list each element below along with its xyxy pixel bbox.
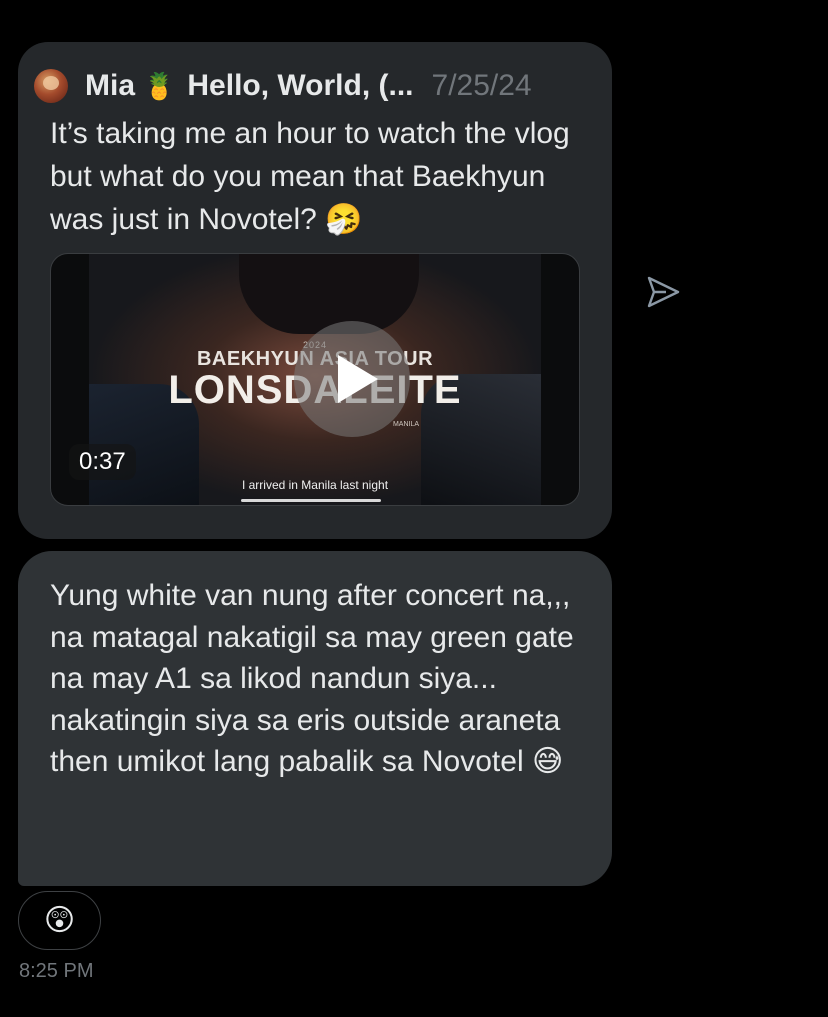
video-frame: 2024 BAEKHYUN ASIA TOUR LONSDALEITE MANI… bbox=[89, 254, 541, 505]
reaction-pill[interactable]: 😲 bbox=[18, 891, 101, 950]
pineapple-emoji: 🍍 bbox=[143, 71, 176, 101]
author-name: Mia bbox=[85, 69, 136, 102]
send-icon[interactable] bbox=[645, 274, 681, 310]
astonished-emoji: 😲 bbox=[43, 904, 76, 937]
quoted-post-text: It’s taking me an hour to watch the vlog… bbox=[50, 117, 570, 236]
video-subtitle: I arrived in Manila last night bbox=[241, 478, 389, 492]
author-display-title: Hello, World, (... bbox=[187, 69, 414, 102]
avatar[interactable] bbox=[34, 69, 68, 103]
play-button[interactable] bbox=[294, 321, 410, 437]
video-progress-bar bbox=[241, 499, 381, 502]
video-duration-badge: 0:37 bbox=[69, 444, 136, 480]
play-icon bbox=[338, 355, 378, 403]
message-timestamp: 8:25 PM bbox=[19, 960, 94, 982]
quoted-post-date: 7/25/24 bbox=[431, 69, 532, 102]
video-scene-hair bbox=[239, 254, 419, 334]
message-text: Yung white van nung after concert na,,, … bbox=[50, 579, 574, 778]
video-thumbnail[interactable]: 2024 BAEKHYUN ASIA TOUR LONSDALEITE MANI… bbox=[50, 253, 580, 506]
quoted-post-header: Mia 🍍 Hello, World, (... 7/25/24 bbox=[34, 66, 532, 106]
video-overlay-city: MANILA bbox=[392, 421, 419, 428]
